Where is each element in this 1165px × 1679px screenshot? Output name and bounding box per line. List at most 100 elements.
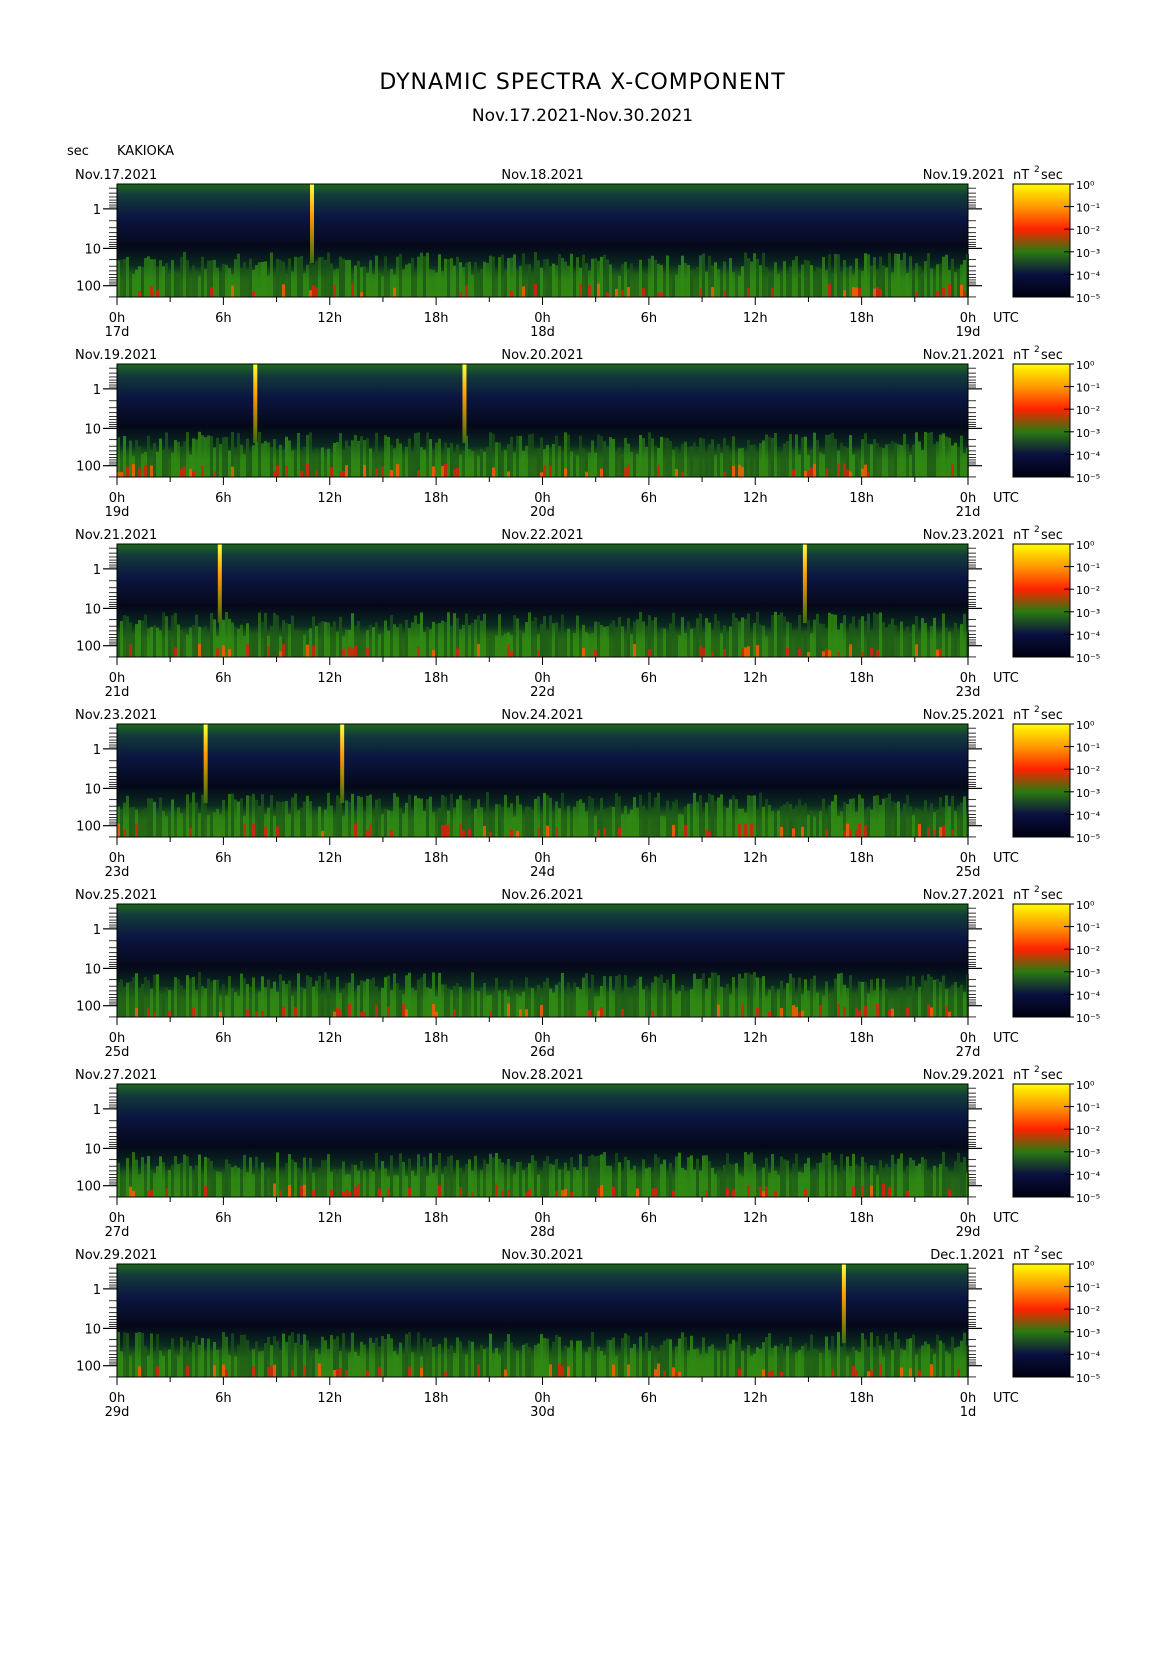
spectrum-streak [750,1152,753,1197]
x-tick-label: 6h [641,671,658,686]
spectrum-streak [354,992,357,1017]
spectrum-streak [885,1163,888,1197]
spectrum-streak [840,442,843,477]
spectrum-streak [351,793,354,837]
spectrum-streak [600,624,603,657]
spectrum-red-patch [321,830,324,837]
spectrum-streak [177,1355,180,1377]
spectrum-red-patch [837,1003,840,1017]
spectrum-streak [897,444,900,477]
spectrum-streak [507,1334,510,1377]
spectrum-red-patch [306,644,309,657]
x-tick-label: 6h [215,851,232,866]
day-label-right: 25d [956,865,981,880]
spectrum-red-patch [492,467,495,477]
spectrum-streak [660,436,663,477]
spectrum-red-patch [483,826,486,837]
colorbar-tick-label: 10⁻¹ [1076,742,1100,755]
spectrum-streak [681,814,684,837]
spectrum-streak [858,1352,861,1377]
spectrum-streak [576,800,579,837]
spectrum-red-patch [468,829,471,837]
spectrum-streak [483,1159,486,1197]
spectrum-streak [921,815,924,837]
spectrum-streak [879,612,882,657]
spectrum-streak [144,807,147,837]
spectrum-streak [609,264,612,297]
spectrum-streak [267,275,270,297]
spectrum-red-patch [444,824,447,837]
panel-date-right: Nov.21.2021 [923,348,1005,363]
spectrum-streak [315,816,318,837]
spectrum-streak [561,258,564,297]
spectrum-streak [258,431,261,477]
day-label-left: 21d [105,685,130,700]
spectrum-streak [360,980,363,1017]
colorbar-unit-nt: nT [1013,348,1029,363]
spectrum-streak [315,1173,318,1197]
colorbar-unit-sec: sec [1041,1068,1063,1083]
spectrum-streak [729,626,732,657]
spectrum-streak [675,1156,678,1197]
spectrum-red-patch [504,1369,507,1377]
spectrum-streak [651,620,654,657]
spectrum-streak [696,1158,699,1197]
spectrum-streak [861,798,864,837]
spectrum-streak [582,802,585,837]
spectrum-red-patch [363,464,366,477]
spectrum-streak [744,252,747,297]
spectrum-red-patch [264,827,267,837]
colorbar-unit-exp: 2 [1034,885,1040,895]
spectrum-streak [648,258,651,297]
spectrum-streak [474,1155,477,1197]
spectrum-streak [438,1343,441,1377]
spectrum-streak [942,1343,945,1377]
spectrum-red-patch [147,1190,150,1197]
spectrum-streak [246,269,249,297]
spectrum-streak [594,258,597,297]
spectrum-red-patch [342,1192,345,1197]
spectrum-streak [303,634,306,657]
colorbar-tick-label: 10⁻⁴ [1076,1349,1101,1362]
spectrum-streak [873,990,876,1017]
spectrum-streak [237,996,240,1017]
spectrum-streak [810,979,813,1017]
spectrum-streak [879,990,882,1017]
spectrum-streak [222,1174,225,1197]
spectrum-streak [885,1334,888,1377]
spectrum-streak [546,630,549,657]
spectrum-red-patch [432,1004,435,1017]
spectrum-red-patch [408,1187,411,1197]
spectrum-streak [660,1344,663,1377]
spectrum-streak [783,443,786,477]
spectrum-streak [744,972,747,1017]
spectrum-streak [861,1333,864,1377]
spectrum-streak [444,984,447,1017]
spectrum-streak [576,1340,579,1377]
spectrum-streak [663,628,666,657]
spectrum-streak [492,256,495,297]
spectrum-streak [738,1173,741,1197]
spectrum-streak [693,1349,696,1377]
spectrum-streak [291,271,294,297]
spectrum-streak [564,261,567,297]
spectrum-streak [669,623,672,657]
spectrum-streak [792,1163,795,1197]
spectrum-streak [795,805,798,837]
spectrum-streak [120,1351,123,1377]
spectrum-streak [159,630,162,657]
spectrum-streak [750,445,753,477]
panel-date-left: Nov.25.2021 [75,888,157,903]
spectrum-streak [534,448,537,477]
x-tick-label: 6h [215,311,232,326]
spectrum-streak [624,635,627,657]
spectrum-streak [153,1172,156,1197]
spectrum-streak [312,986,315,1017]
spectrum-streak [807,620,810,657]
spectrum-streak [144,1163,147,1197]
x-tick-label: 6h [215,671,232,686]
spectrum-streak [726,445,729,477]
spectrum-streak [381,1336,384,1377]
spectrum-streak [267,807,270,837]
colorbar-unit-sec: sec [1041,528,1063,543]
